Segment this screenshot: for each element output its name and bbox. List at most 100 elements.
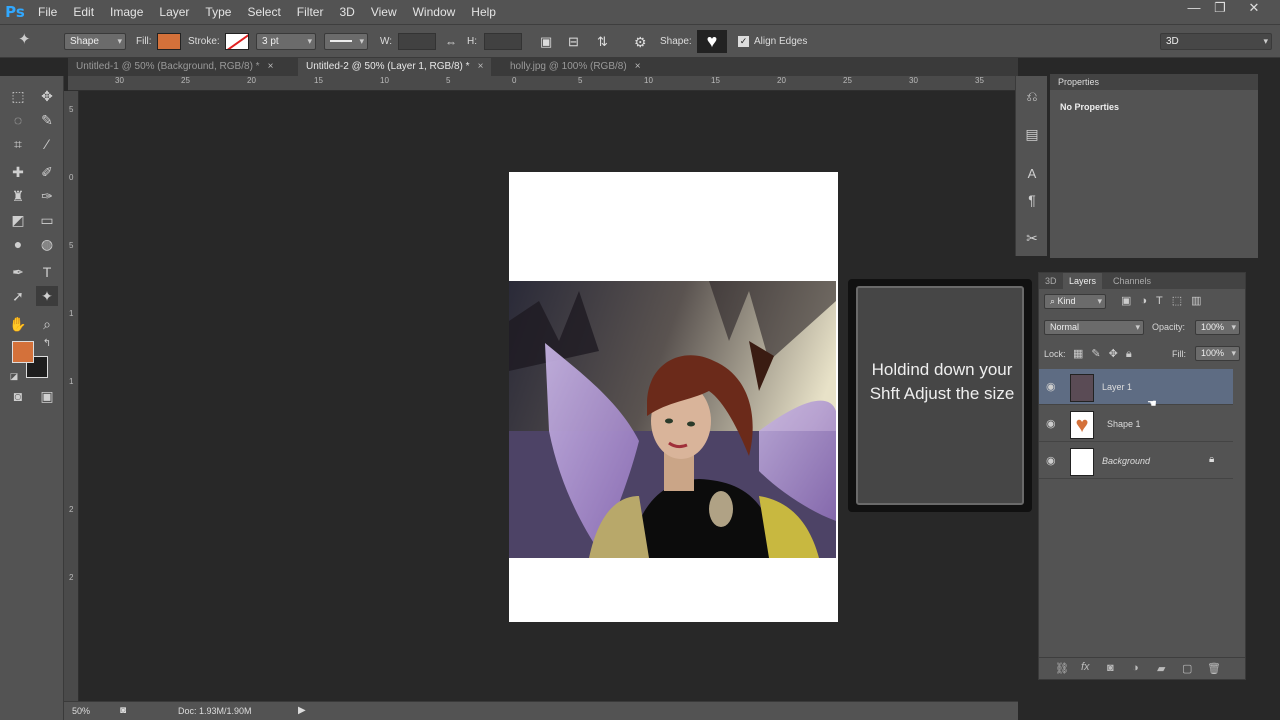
ruler-label: 5 bbox=[69, 105, 74, 114]
lasso-tool-icon[interactable]: ◌ bbox=[7, 110, 29, 130]
eye-icon[interactable]: ◉ bbox=[1046, 380, 1056, 393]
brush-tool-icon[interactable]: ✐ bbox=[36, 162, 58, 182]
lock-icons[interactable]: ▦✎✥🔒︎ bbox=[1073, 347, 1140, 361]
blur-tool-icon[interactable]: ● bbox=[7, 234, 29, 254]
tab-3d[interactable]: 3D bbox=[1039, 273, 1063, 289]
width-input[interactable] bbox=[398, 33, 436, 50]
path-alignment-icon[interactable]: ⊟ bbox=[568, 33, 579, 51]
gear-icon[interactable]: ⚙ bbox=[634, 33, 647, 51]
trash-icon[interactable]: 🗑︎ bbox=[1207, 662, 1221, 675]
close-icon[interactable]: × bbox=[635, 61, 641, 72]
default-colors-icon[interactable]: ◪ bbox=[3, 366, 25, 386]
status-icon[interactable]: ◙ bbox=[120, 705, 126, 716]
dodge-tool-icon[interactable]: ◍ bbox=[36, 234, 58, 254]
fill-input[interactable]: 100% bbox=[1195, 346, 1240, 361]
link-icon[interactable]: ⇔ bbox=[445, 33, 457, 51]
eye-icon[interactable]: ◉ bbox=[1046, 417, 1056, 430]
menu-image[interactable]: Image bbox=[102, 0, 151, 24]
healing-brush-tool-icon[interactable]: ✚ bbox=[7, 162, 29, 182]
move-tool-icon[interactable]: ✥ bbox=[36, 86, 58, 106]
restore-button[interactable]: ❐ bbox=[1206, 0, 1234, 18]
new-layer-icon[interactable]: ▢ bbox=[1182, 662, 1192, 675]
tool-mode-dropdown[interactable]: Shape bbox=[64, 33, 126, 50]
tab-untitled-2[interactable]: Untitled-2 @ 50% (Layer 1, RGB/8) * × bbox=[298, 58, 492, 76]
filter-kind-dropdown[interactable]: ⌕ Kind bbox=[1044, 294, 1106, 309]
path-operations-icon[interactable]: ▣ bbox=[540, 33, 552, 51]
filter-icons[interactable]: ▣◑T⬚▥ bbox=[1121, 294, 1211, 307]
eraser-tool-icon[interactable]: ◩ bbox=[7, 210, 29, 230]
heart-shape-icon[interactable]: ♥ bbox=[697, 30, 727, 53]
swap-colors-icon[interactable]: ↰ bbox=[36, 334, 58, 354]
eyedropper-tool-icon[interactable]: ⁄ bbox=[36, 134, 58, 154]
custom-shape-tool-icon[interactable]: ✦ bbox=[18, 31, 31, 49]
history-brush-tool-icon[interactable]: ✑ bbox=[36, 186, 58, 206]
fill-color-swatch[interactable] bbox=[157, 33, 181, 50]
stroke-none-swatch[interactable] bbox=[225, 33, 249, 50]
fx-icon[interactable]: fx bbox=[1081, 661, 1090, 673]
menu-edit[interactable]: Edit bbox=[65, 0, 102, 24]
layers-panel: 3D Layers Channels ⌕ Kind ▣◑T⬚▥ Normal O… bbox=[1038, 272, 1246, 680]
menu-layer[interactable]: Layer bbox=[151, 0, 197, 24]
layer-row-shape-1[interactable]: ◉ ♥ Shape 1 bbox=[1039, 406, 1233, 442]
screen-mode-icon[interactable]: ▣ bbox=[36, 386, 58, 406]
type-tool-icon[interactable]: T bbox=[36, 262, 58, 282]
status-bar: 50% ◙ Doc: 1.93M/1.90M ▶ bbox=[64, 701, 1018, 720]
align-edges-checkbox[interactable]: ✓ bbox=[738, 33, 749, 51]
blend-mode-dropdown[interactable]: Normal bbox=[1044, 320, 1144, 335]
link-layers-icon[interactable]: ⛓ bbox=[1055, 662, 1069, 675]
layer-name: Layer 1 bbox=[1102, 382, 1133, 392]
gradient-tool-icon[interactable]: ▭ bbox=[36, 210, 58, 230]
minimize-button[interactable]: — bbox=[1180, 0, 1208, 18]
tool-presets-icon[interactable]: ✂ bbox=[1021, 228, 1043, 248]
marquee-tool-icon[interactable]: ⬚ bbox=[7, 86, 29, 106]
crop-tool-icon[interactable]: ⌗ bbox=[7, 134, 29, 154]
menu-type[interactable]: Type bbox=[197, 0, 239, 24]
tab-layers[interactable]: Layers bbox=[1063, 273, 1103, 289]
zoom-level[interactable]: 50% bbox=[72, 706, 90, 716]
hand-tool-icon[interactable]: ✋ bbox=[7, 314, 29, 334]
height-input[interactable] bbox=[484, 33, 522, 50]
opacity-input[interactable]: 100% bbox=[1195, 320, 1240, 335]
tab-holly[interactable]: holly.jpg @ 100% (RGB/8) × bbox=[502, 58, 649, 76]
ruler-label: 25 bbox=[843, 76, 852, 85]
custom-shape-tool-icon[interactable]: ✦ bbox=[36, 286, 58, 306]
close-icon[interactable]: × bbox=[268, 61, 274, 72]
stroke-style-dropdown[interactable] bbox=[324, 33, 368, 50]
fairy-photo-layer[interactable] bbox=[509, 281, 836, 558]
tab-untitled-1[interactable]: Untitled-1 @ 50% (Background, RGB/8) * × bbox=[68, 58, 281, 76]
close-button[interactable]: ✕ bbox=[1240, 0, 1268, 18]
menu-filter[interactable]: Filter bbox=[289, 0, 332, 24]
foreground-color-swatch[interactable] bbox=[12, 341, 34, 363]
eye-icon[interactable]: ◉ bbox=[1046, 454, 1056, 467]
stroke-width-input[interactable]: 3 pt bbox=[256, 33, 316, 50]
quick-select-tool-icon[interactable]: ✎ bbox=[36, 110, 58, 130]
paragraph-icon[interactable]: ¶ bbox=[1021, 190, 1043, 210]
menu-help[interactable]: Help bbox=[463, 0, 504, 24]
workspace-dropdown[interactable]: 3D bbox=[1160, 33, 1272, 50]
adjustment-layer-icon[interactable]: ◑ bbox=[1132, 662, 1139, 674]
layer-row-layer-1[interactable]: ◉ Layer 1 ☚ bbox=[1039, 369, 1233, 410]
ruler-label: 5 bbox=[69, 241, 74, 250]
menu-view[interactable]: View bbox=[363, 0, 405, 24]
tab-channels[interactable]: Channels bbox=[1107, 273, 1157, 289]
properties-title[interactable]: Properties bbox=[1058, 77, 1099, 87]
add-mask-icon[interactable]: ◙ bbox=[1107, 662, 1114, 674]
pen-tool-icon[interactable]: ✒ bbox=[7, 262, 29, 282]
layer-comps-icon[interactable]: ▤ bbox=[1021, 124, 1043, 144]
quick-mask-icon[interactable]: ◙ bbox=[7, 386, 29, 406]
clone-stamp-tool-icon[interactable]: ♜ bbox=[7, 186, 29, 206]
ruler-label: 1 bbox=[69, 309, 74, 318]
menu-file[interactable]: File bbox=[30, 0, 65, 24]
status-arrow-icon[interactable]: ▶ bbox=[298, 705, 306, 716]
character-icon[interactable]: A bbox=[1021, 164, 1043, 184]
menu-window[interactable]: Window bbox=[405, 0, 464, 24]
close-icon[interactable]: × bbox=[478, 61, 484, 72]
zoom-tool-icon[interactable]: ⌕ bbox=[36, 314, 58, 334]
menu-select[interactable]: Select bbox=[239, 0, 288, 24]
path-arrangement-icon[interactable]: ⇅ bbox=[597, 33, 608, 51]
layer-row-background[interactable]: ◉ Background 🔒︎ bbox=[1039, 443, 1233, 479]
new-group-icon[interactable]: ▰ bbox=[1157, 662, 1165, 675]
menu-3d[interactable]: 3D bbox=[331, 0, 362, 24]
history-icon[interactable]: ⎌ bbox=[1021, 86, 1043, 106]
path-select-tool-icon[interactable]: ➚ bbox=[7, 286, 29, 306]
